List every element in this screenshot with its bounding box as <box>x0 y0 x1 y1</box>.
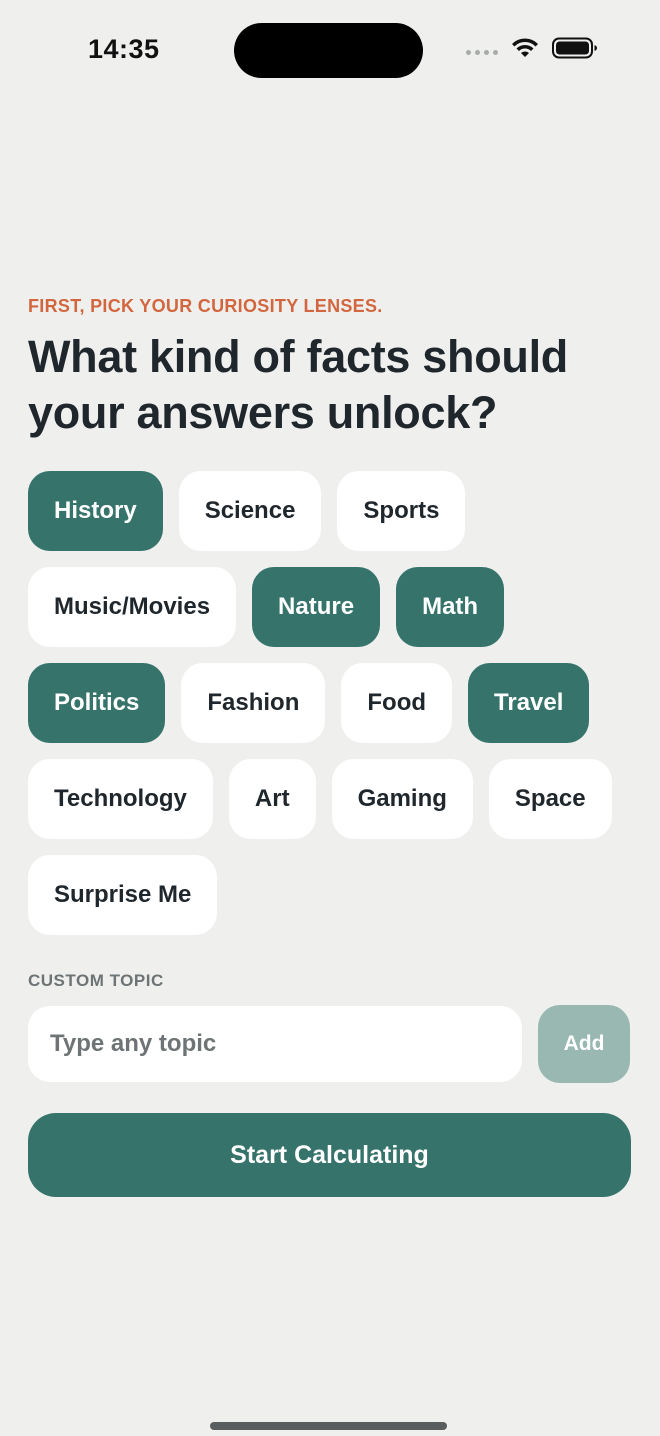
topic-chip-math[interactable]: Math <box>396 567 505 647</box>
topic-chip-fashion[interactable]: Fashion <box>181 663 326 743</box>
topic-chip-surprise-me[interactable]: Surprise Me <box>28 855 218 935</box>
eyebrow-text: FIRST, PICK YOUR CURIOSITY LENSES. <box>28 296 383 316</box>
add-topic-button[interactable]: Add <box>538 1005 630 1083</box>
topic-chip-technology[interactable]: Technology <box>28 759 213 839</box>
status-bar: 14:35 <box>0 0 660 100</box>
custom-topic-label: CUSTOM TOPIC <box>28 971 164 990</box>
topic-chip-travel[interactable]: Travel <box>468 663 590 743</box>
topic-chip-science[interactable]: Science <box>178 471 322 551</box>
topic-chip-politics[interactable]: Politics <box>28 663 166 743</box>
topic-chip-art[interactable]: Art <box>228 759 316 839</box>
topic-chip-group: History Science Sports Music/Movies Nature Ma… <box>28 471 632 935</box>
topic-chip-food[interactable]: Food <box>341 663 453 743</box>
topic-chip-space[interactable]: Space <box>488 759 612 839</box>
onboarding-content: FIRST, PICK YOUR CURIOSITY LENSES. What … <box>28 296 632 1197</box>
topic-chip-gaming[interactable]: Gaming <box>331 759 473 839</box>
signal-dots-icon <box>466 49 498 55</box>
topic-chip-music-movies[interactable]: Music/Movies <box>28 567 237 647</box>
topic-chip-sports[interactable]: Sports <box>337 471 466 551</box>
custom-topic-input[interactable] <box>28 1006 522 1082</box>
battery-icon <box>552 37 597 59</box>
status-time: 14:35 <box>88 34 160 64</box>
topic-chip-history[interactable]: History <box>28 471 163 551</box>
wifi-icon <box>512 38 538 57</box>
status-icons <box>466 37 598 59</box>
custom-topic-row: Add <box>28 1005 632 1083</box>
page-title: What kind of facts should your answers u… <box>28 331 568 438</box>
topic-chip-nature[interactable]: Nature <box>252 567 381 647</box>
dynamic-island <box>234 23 423 78</box>
home-indicator <box>210 1422 447 1430</box>
start-calculating-button[interactable]: Start Calculating <box>28 1113 631 1197</box>
